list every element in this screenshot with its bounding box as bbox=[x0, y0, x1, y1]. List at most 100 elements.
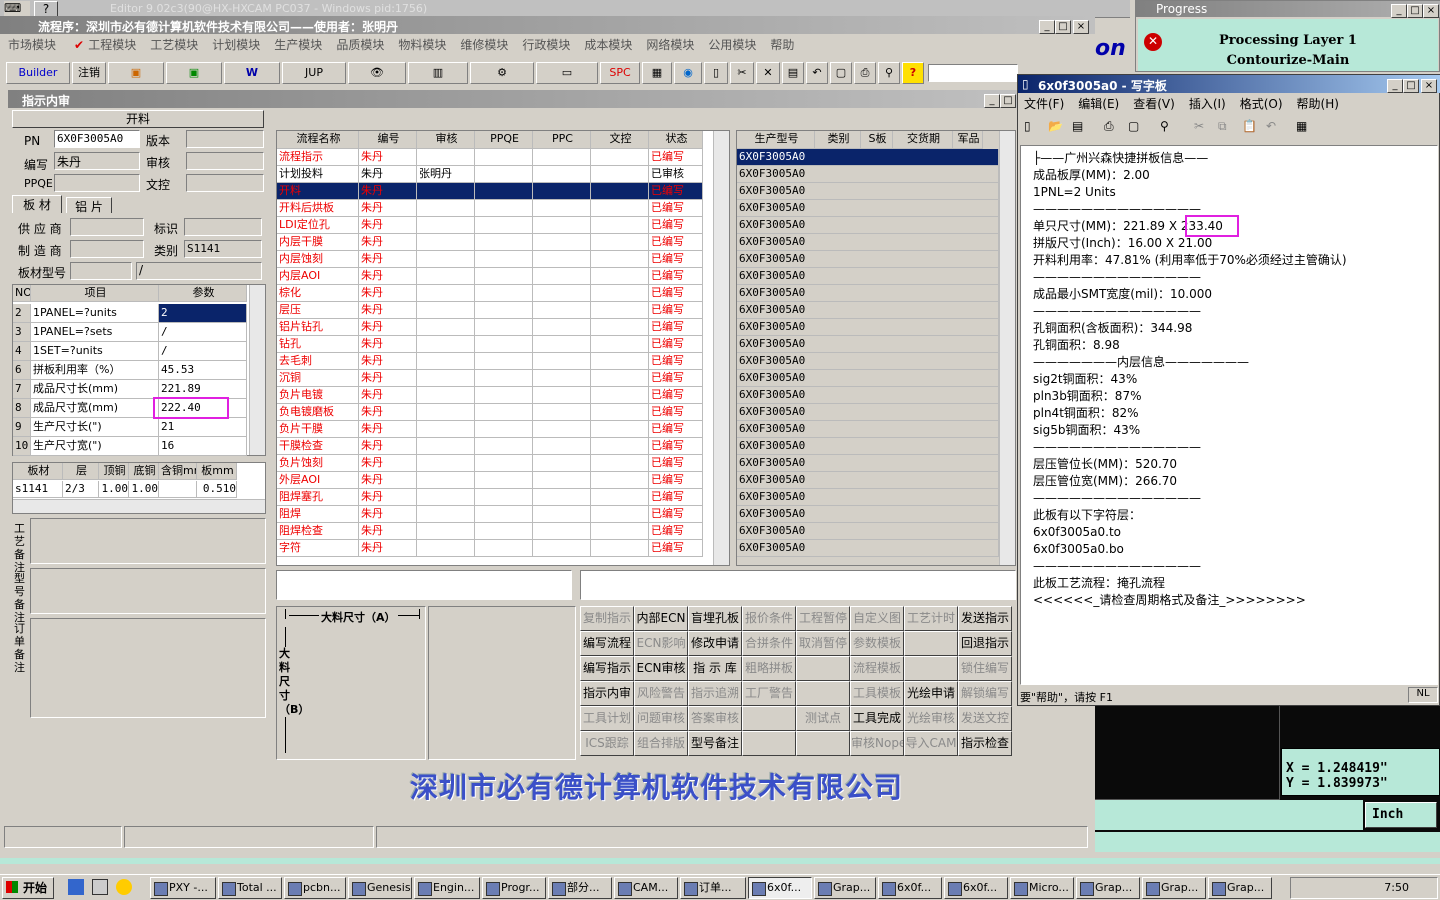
model-note-field[interactable] bbox=[30, 568, 266, 614]
menu-item[interactable]: 计划模块 bbox=[212, 38, 260, 52]
flow-cell[interactable] bbox=[591, 251, 649, 268]
flow-cell[interactable] bbox=[591, 336, 649, 353]
action-button[interactable]: 指示检查 bbox=[958, 731, 1012, 756]
unit-toggle[interactable]: Inch bbox=[1365, 802, 1437, 828]
action-button[interactable]: 粗略拼板 bbox=[742, 656, 796, 681]
flow-cell[interactable] bbox=[591, 421, 649, 438]
model-row[interactable]: 6X0F3005A0 bbox=[737, 183, 999, 200]
flow-name-cell[interactable]: 钻孔 bbox=[277, 336, 359, 353]
menu-item[interactable]: 维修模块 bbox=[460, 38, 508, 52]
inner-minimize-button[interactable]: _ bbox=[984, 94, 1000, 108]
flow-cell[interactable] bbox=[533, 302, 591, 319]
cut-text-icon[interactable]: ✂ bbox=[1194, 119, 1204, 133]
flow-cell[interactable] bbox=[533, 404, 591, 421]
flow-status-cell[interactable]: 已编写 bbox=[649, 353, 703, 370]
flow-cell[interactable]: 朱丹 bbox=[359, 455, 417, 472]
menu-item[interactable]: 市场模块 bbox=[8, 38, 56, 52]
model-row[interactable]: 6X0F3005A0 bbox=[737, 404, 999, 421]
flow-cell[interactable]: 朱丹 bbox=[359, 285, 417, 302]
flow-header[interactable]: PPC bbox=[533, 131, 591, 149]
flow-cell[interactable] bbox=[475, 149, 533, 166]
flow-cell[interactable] bbox=[417, 302, 475, 319]
calendar-icon[interactable]: ▦ bbox=[642, 62, 672, 84]
flow-status-cell[interactable]: 已编写 bbox=[649, 540, 703, 557]
flow-cell[interactable] bbox=[533, 387, 591, 404]
flow-cell[interactable] bbox=[475, 353, 533, 370]
logout-button[interactable]: 注销 bbox=[72, 62, 106, 84]
close-button[interactable]: × bbox=[1073, 20, 1089, 34]
word-icon[interactable]: W bbox=[224, 62, 280, 84]
undo-icon[interactable]: ↶ bbox=[806, 62, 828, 84]
action-button[interactable]: 复制指示 bbox=[580, 606, 634, 631]
wordpad-document[interactable]: ├——广州兴森快捷拼板信息—— 成品板厚(MM)：2.00 1PNL=2 Units… bbox=[1020, 145, 1438, 685]
delete-icon[interactable]: ✕ bbox=[756, 62, 780, 84]
flow-cell[interactable] bbox=[417, 183, 475, 200]
builder-button[interactable]: Builder bbox=[6, 62, 70, 84]
action-button[interactable]: 型号备注 bbox=[688, 731, 742, 756]
taskbar-item[interactable]: Total ... bbox=[218, 877, 282, 899]
flow-cell[interactable]: 朱丹 bbox=[359, 489, 417, 506]
action-button[interactable]: 编写流程 bbox=[580, 631, 634, 656]
find-text-icon[interactable]: ⚲ bbox=[1160, 119, 1169, 133]
flow-cell[interactable] bbox=[475, 489, 533, 506]
flow-header[interactable]: 编号 bbox=[359, 131, 417, 149]
flow-cell[interactable] bbox=[533, 285, 591, 302]
flow-name-cell[interactable]: 层压 bbox=[277, 302, 359, 319]
action-button[interactable]: 审核Nope bbox=[850, 731, 904, 756]
taskbar-item[interactable]: PXY -... bbox=[150, 877, 216, 899]
flow-cell[interactable]: 朱丹 bbox=[359, 506, 417, 523]
flow-cell[interactable] bbox=[417, 149, 475, 166]
model-row[interactable]: 6X0F3005A0 bbox=[737, 387, 999, 404]
param-value[interactable]: / bbox=[159, 342, 247, 361]
flow-name-cell[interactable]: 去毛刺 bbox=[277, 353, 359, 370]
param-value[interactable]: 16 bbox=[159, 437, 247, 456]
flow-name-cell[interactable]: 阻焊检查 bbox=[277, 523, 359, 540]
flow-cell[interactable]: 朱丹 bbox=[359, 336, 417, 353]
empty-button[interactable] bbox=[796, 656, 850, 681]
server-icon[interactable]: ▥ bbox=[408, 62, 468, 84]
print-doc-icon[interactable]: ⎙ bbox=[1104, 119, 1114, 134]
action-button[interactable]: ECN影响 bbox=[634, 631, 688, 656]
model-row[interactable]: 6X0F3005A0 bbox=[737, 353, 999, 370]
type-field[interactable]: S1141 bbox=[184, 240, 262, 258]
empty-button[interactable] bbox=[742, 706, 796, 731]
model-row[interactable]: 6X0F3005A0 bbox=[737, 472, 999, 489]
flow-cell[interactable] bbox=[533, 183, 591, 200]
model-row[interactable]: 6X0F3005A0 bbox=[737, 149, 999, 166]
maximize-button[interactable]: □ bbox=[1055, 20, 1071, 34]
wordpad-close-button[interactable]: × bbox=[1421, 79, 1437, 93]
empty-button[interactable] bbox=[796, 681, 850, 706]
flow-cell[interactable] bbox=[533, 523, 591, 540]
action-button[interactable]: 指 示 库 bbox=[688, 656, 742, 681]
flow-cell[interactable] bbox=[591, 183, 649, 200]
tab-board-material[interactable]: 板 材 bbox=[12, 195, 62, 213]
taskbar-item[interactable]: Genesis bbox=[348, 877, 412, 899]
flow-cell[interactable]: 朱丹 bbox=[359, 523, 417, 540]
eye-icon[interactable]: 👁 bbox=[348, 62, 406, 84]
flow-name-cell[interactable]: 阻焊 bbox=[277, 506, 359, 523]
board-model-value-field[interactable]: / bbox=[136, 262, 262, 280]
model-table-scrollbar[interactable] bbox=[999, 131, 1015, 565]
flow-status-cell[interactable]: 已编写 bbox=[649, 455, 703, 472]
taskbar-item[interactable]: Micro... bbox=[1010, 877, 1074, 899]
flow-cell[interactable] bbox=[417, 285, 475, 302]
taskbar-item[interactable]: 订单... bbox=[680, 877, 746, 899]
wordpad-menu-item[interactable]: 格式(O) bbox=[1240, 97, 1283, 111]
flow-cell[interactable] bbox=[417, 421, 475, 438]
action-button[interactable]: 流程模板 bbox=[850, 656, 904, 681]
flow-cell[interactable] bbox=[591, 285, 649, 302]
flow-cell[interactable]: 朱丹 bbox=[359, 268, 417, 285]
open-icon[interactable]: 📂 bbox=[1048, 119, 1063, 133]
model-row[interactable]: 6X0F3005A0 bbox=[737, 489, 999, 506]
model-row[interactable]: 6X0F3005A0 bbox=[737, 455, 999, 472]
flow-name-cell[interactable]: 开料 bbox=[277, 183, 359, 200]
menu-item[interactable]: 品质模块 bbox=[336, 38, 384, 52]
flow-cell[interactable] bbox=[417, 234, 475, 251]
flow-cell[interactable] bbox=[591, 387, 649, 404]
flow-cell[interactable]: 朱丹 bbox=[359, 149, 417, 166]
flow-cell[interactable] bbox=[417, 251, 475, 268]
flow-cell[interactable] bbox=[475, 455, 533, 472]
flow-cell[interactable] bbox=[475, 472, 533, 489]
wordpad-menu-item[interactable]: 帮助(H) bbox=[1297, 97, 1339, 111]
flow-cell[interactable]: 张明丹 bbox=[417, 166, 475, 183]
